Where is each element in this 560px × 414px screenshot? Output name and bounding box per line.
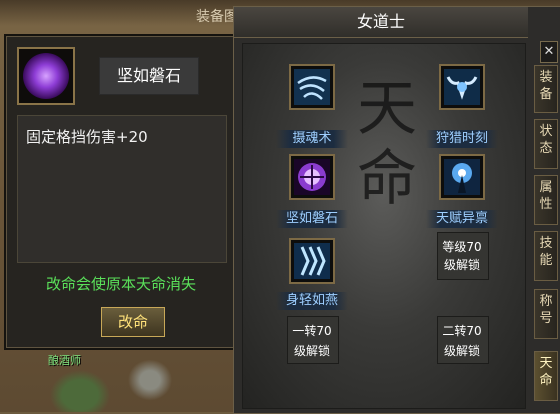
skill-slot-soul[interactable]: [289, 64, 335, 110]
locked-rebirth2-line2: 级解锁: [443, 344, 480, 358]
wind-icon: [294, 243, 330, 279]
tooltip-skill-slot: [17, 47, 75, 105]
skill-label-swift: 身轻如燕: [276, 292, 348, 310]
skill-label-hunt: 狩猎时刻: [426, 130, 498, 148]
skill-slot-hunt[interactable]: [439, 64, 485, 110]
bull-head-icon: [444, 69, 480, 105]
skill-label-soul: 摄魂术: [276, 130, 348, 148]
skill-tooltip-panel: 坚如磐石 固定格挡伤害+20 改命会使原本天命消失 改命: [6, 36, 236, 348]
locked-rebirth1-line1: 一转70: [292, 324, 332, 338]
tooltip-description: 固定格挡伤害+20: [17, 115, 227, 263]
npc-label[interactable]: 酿酒师: [48, 352, 81, 368]
tab-skills[interactable]: 技能: [534, 231, 558, 281]
close-button[interactable]: ✕: [540, 41, 558, 63]
tab-titles[interactable]: 称号: [534, 289, 558, 339]
locked-level-line1: 等级70: [442, 240, 482, 254]
locked-rebirth2-line1: 二转70: [442, 324, 482, 338]
skill-label-talent: 天赋异禀: [426, 210, 498, 228]
locked-level-line2: 级解锁: [443, 258, 480, 272]
fate-panel: 女道士 ✕ 天命 摄魂术 狩猎时刻 坚如磐石 天赋异禀 身轻如燕 等级70 级解…: [233, 6, 560, 414]
skill-slot-rock[interactable]: [289, 154, 335, 200]
tab-fate[interactable]: 天命: [534, 351, 558, 401]
tab-attributes[interactable]: 属性: [534, 175, 558, 225]
panel-title: 女道士: [234, 7, 528, 38]
fate-content-area: 天命 摄魂术 狩猎时刻 坚如磐石 天赋异禀 身轻如燕 等级70 级解锁 一转70…: [242, 43, 526, 409]
change-fate-button[interactable]: 改命: [101, 307, 165, 337]
spark-figure-icon: [444, 159, 480, 195]
spirit-icon: [294, 69, 330, 105]
skill-slot-talent[interactable]: [439, 154, 485, 200]
skill-label-rock: 坚如磐石: [276, 210, 348, 228]
tooltip-warning: 改命会使原本天命消失: [45, 275, 196, 293]
fate-calligraphy: 天命: [357, 74, 417, 214]
tab-status[interactable]: 状态: [534, 119, 558, 169]
tab-equipment[interactable]: 装备: [534, 65, 558, 113]
purple-orb-icon: [294, 159, 330, 195]
skill-slot-swift[interactable]: [289, 238, 335, 284]
tooltip-skill-name: 坚如磐石: [99, 57, 199, 95]
purple-orb-icon: [23, 53, 69, 99]
locked-rebirth1-line2: 级解锁: [293, 344, 330, 358]
